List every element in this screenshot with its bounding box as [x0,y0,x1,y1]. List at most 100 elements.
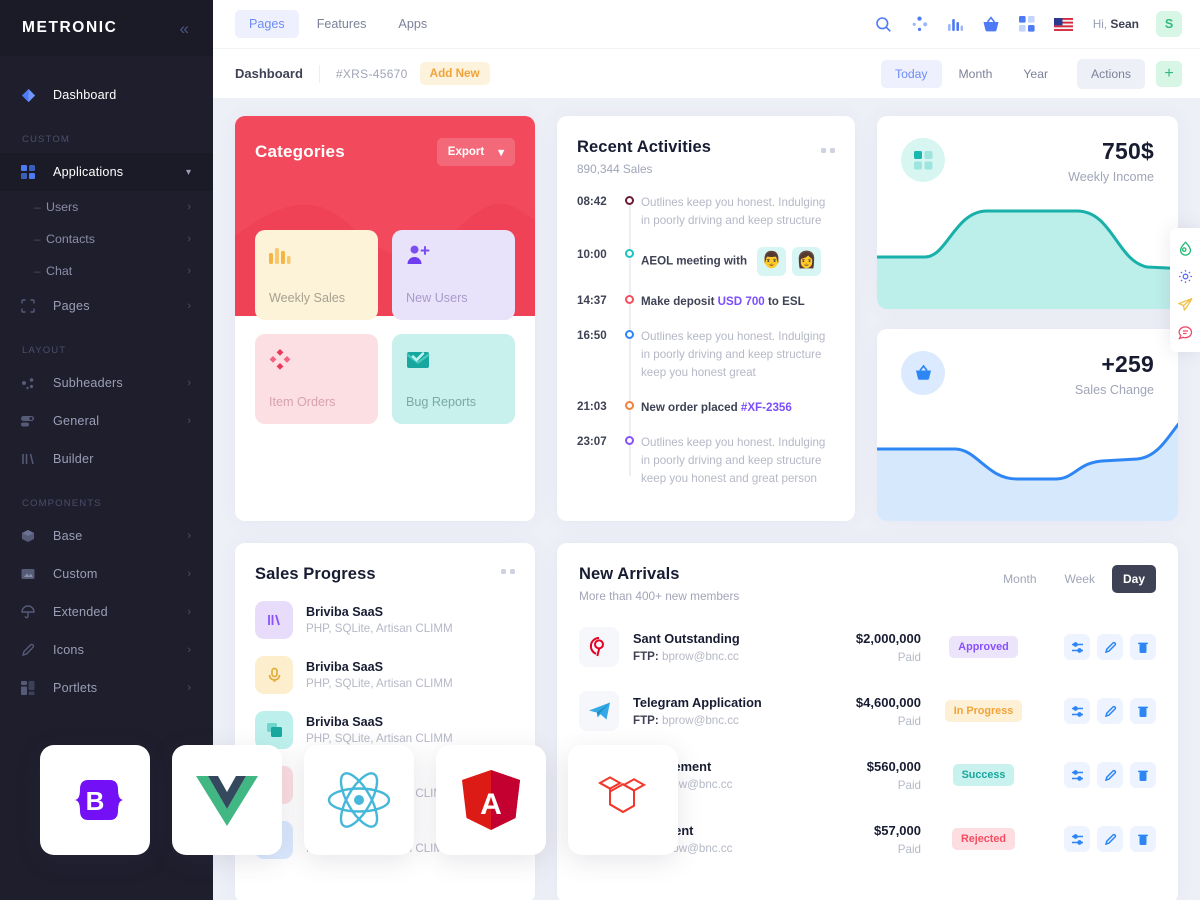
timeline-text-wrap: Make deposit USD 700 to ESL [641,293,835,311]
edit-pencil-icon[interactable] [1097,634,1123,660]
scatter-icon[interactable] [910,15,929,34]
row-amount: $4,600,000 Paid [801,695,921,728]
list-item[interactable]: Briviba SaaS PHP, SQLite, Artisan CLIMM [255,711,515,749]
umbrella-icon [21,605,43,619]
trash-icon[interactable] [1130,826,1156,852]
settings-slider-icon[interactable] [1064,634,1090,660]
tile-new-users[interactable]: New Users [392,230,515,320]
dashboard-row-1: Categories Export ▾ Weekly Sales New Use… [235,116,1178,521]
pen-icon [21,643,43,657]
add-new-button[interactable]: Add New [419,62,490,85]
trash-icon[interactable] [1130,762,1156,788]
settings-slider-icon[interactable] [1064,762,1090,788]
chevron-right-icon: › [187,530,191,542]
nodes-icon [21,376,43,390]
sidebar-item-portlets[interactable]: Portlets › [0,669,213,707]
row-price: $57,000 [874,822,921,838]
timeline-time: 16:50 [577,328,607,342]
basket-icon[interactable] [982,15,1001,34]
sidebar-item-applications[interactable]: Applications ▾ [0,153,213,191]
actions-button[interactable]: Actions [1077,58,1145,89]
sidebar-item-users[interactable]: – Users › [0,191,213,223]
diamond-icon [21,88,43,103]
row-paid: Paid [897,650,921,664]
plus-icon[interactable]: + [1156,60,1182,87]
settings-slider-icon[interactable] [1064,698,1090,724]
edit-pencil-icon[interactable] [1097,826,1123,852]
sidebar-label: Builder [53,452,94,466]
more-dots-icon[interactable] [821,148,835,153]
timeline-time: 21:03 [577,399,607,413]
edit-pencil-icon[interactable] [1097,762,1123,788]
trash-icon[interactable] [1130,698,1156,724]
sidebar-item-dashboard[interactable]: Dashboard [0,76,213,114]
more-dots-icon[interactable] [501,569,515,574]
pinterest-icon [579,627,619,667]
chevron-right-icon: › [187,300,191,312]
laravel-logo[interactable] [568,745,678,855]
export-button[interactable]: Export ▾ [436,138,515,166]
sidebar-item-contacts[interactable]: – Contacts › [0,223,213,255]
chevron-right-icon: › [187,265,191,277]
chevron-right-icon: › [187,201,191,213]
sidebar-label: Extended [53,605,108,619]
tab-features[interactable]: Features [303,10,381,38]
table-row[interactable]: Sant Outstanding FTP: bprow@bnc.cc $2,00… [579,615,1156,679]
tab-pages[interactable]: Pages [235,10,299,38]
stat-cards-column: 750$ Weekly Income +259 Sales Change [877,116,1178,521]
droplet-icon[interactable] [1170,234,1200,262]
row-actions [1064,826,1156,852]
row-status-wrap: In Progress [921,700,1046,722]
react-logo[interactable] [304,745,414,855]
sidebar-item-chat[interactable]: – Chat › [0,255,213,287]
sidebar-item-builder[interactable]: Builder [0,440,213,478]
timeline-dot-wrap [617,434,641,488]
send-icon[interactable] [1170,290,1200,318]
grid-icon [21,165,43,179]
sidebar-item-custom[interactable]: Custom › [0,555,213,593]
chevrons-left-icon[interactable]: « [180,20,189,37]
sidebar-item-subheaders[interactable]: Subheaders › [0,364,213,402]
segment-today[interactable]: Today [881,59,942,88]
range-week[interactable]: Week [1054,565,1106,593]
range-day[interactable]: Day [1111,565,1156,593]
timeline-accent: USD 700 [717,294,765,308]
vue-logo[interactable] [172,745,282,855]
bootstrap-logo[interactable]: B [40,745,150,855]
segment-month[interactable]: Month [945,60,1007,88]
list-item[interactable]: Briviba SaaS PHP, SQLite, Artisan CLIMM [255,601,515,639]
chat-icon[interactable] [1170,318,1200,346]
range-month[interactable]: Month [992,565,1047,593]
settings-slider-icon[interactable] [1064,826,1090,852]
grid-icon[interactable] [1018,15,1037,34]
angular-logo[interactable]: A [436,745,546,855]
list-item-text: Briviba SaaS PHP, SQLite, Artisan CLIMM [306,660,453,690]
categories-title: Categories [255,142,345,161]
sidebar-item-general[interactable]: General › [0,402,213,440]
sidebar-label: General [53,414,100,428]
bar-chart-icon[interactable] [946,15,965,34]
avatar[interactable]: S [1156,11,1182,37]
box-icon [21,529,43,543]
sidebar-item-extended[interactable]: Extended › [0,593,213,631]
trash-icon[interactable] [1130,634,1156,660]
timeline-dot-wrap [617,293,641,311]
segment-year[interactable]: Year [1009,60,1062,88]
sidebar-label: Chat [46,264,73,278]
tile-bug-reports[interactable]: Bug Reports [392,334,515,424]
sidebar-item-base[interactable]: Base › [0,517,213,555]
timeline-dot [624,329,634,339]
list-item[interactable]: Briviba SaaS PHP, SQLite, Artisan CLIMM [255,656,515,694]
tab-apps[interactable]: Apps [384,10,441,38]
flag-us-icon[interactable] [1053,15,1073,34]
tile-item-orders[interactable]: Item Orders [255,334,378,424]
timeline-item: 08:42 Outlines keep you honest. Indulgin… [577,194,835,230]
search-icon[interactable] [874,15,893,34]
sidebar-label: Custom [53,567,98,581]
sidebar-item-pages[interactable]: Pages › [0,287,213,325]
table-row[interactable]: Telegram Application FTP: bprow@bnc.cc $… [579,679,1156,743]
tile-weekly-sales[interactable]: Weekly Sales [255,230,378,320]
edit-pencil-icon[interactable] [1097,698,1123,724]
sidebar-item-icons[interactable]: Icons › [0,631,213,669]
gear-icon[interactable] [1170,262,1200,290]
